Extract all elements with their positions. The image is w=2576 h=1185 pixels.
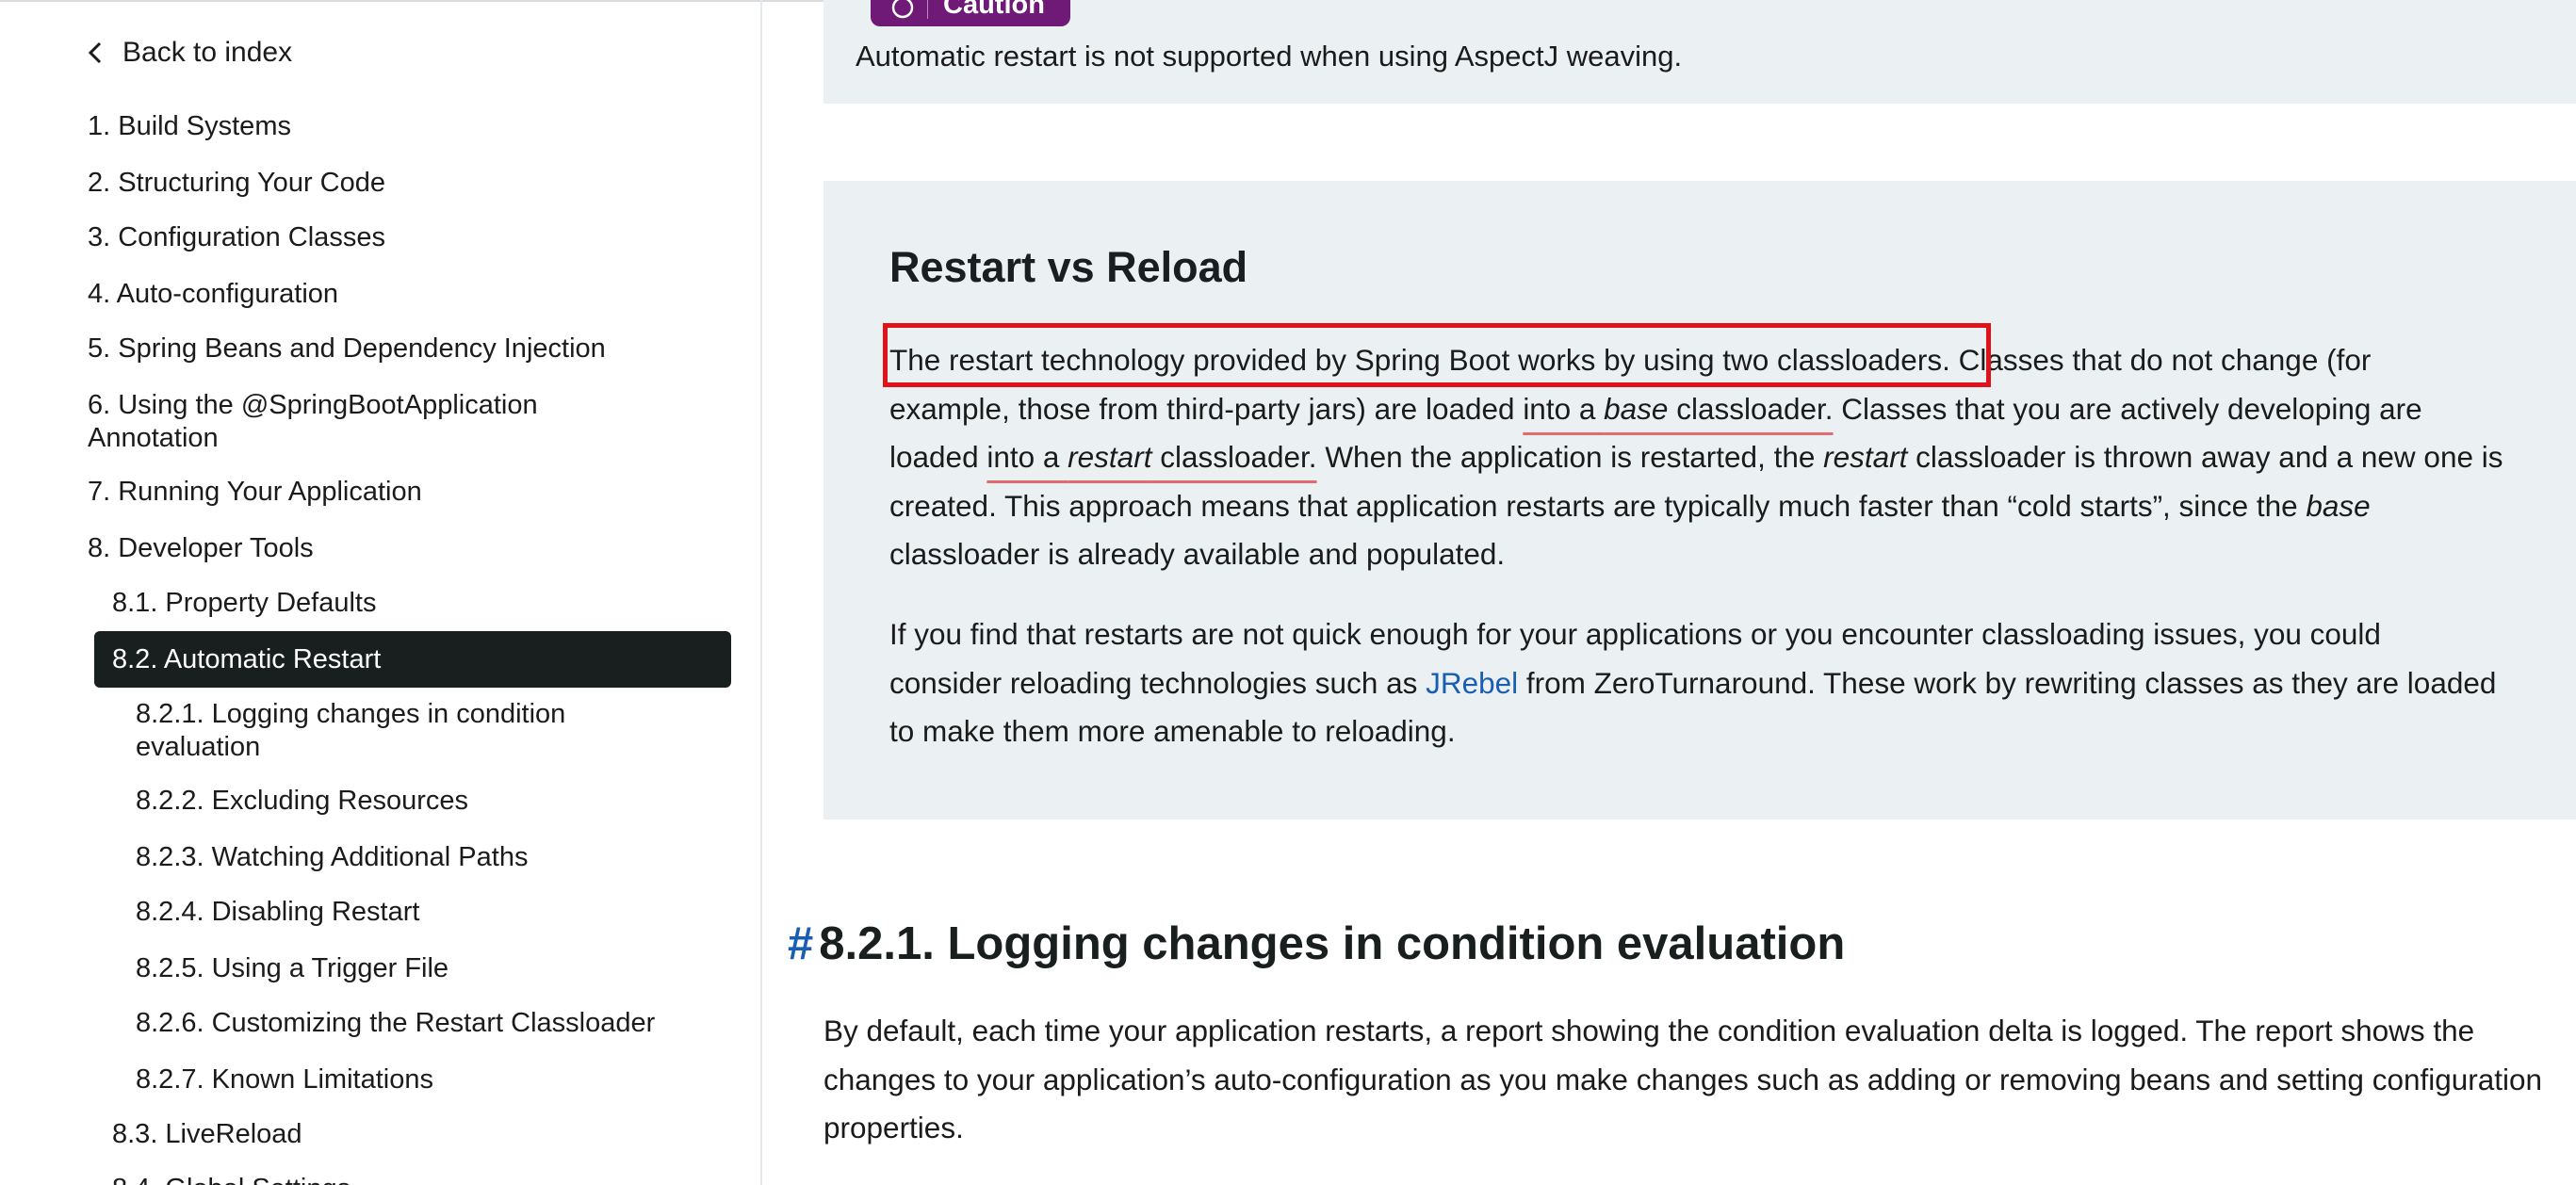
text-run: loaded [889, 440, 987, 474]
toc-item-disabling-restart[interactable]: 8.2.4. Disabling Restart [136, 896, 419, 929]
text-run: When the application is restarted, the [1316, 440, 1824, 474]
text-run: from ZeroTurnaround. These work by rewri… [1518, 665, 2497, 700]
text-run: changes to your application’s auto-confi… [823, 1062, 2543, 1096]
text-run: If you find that restarts are not quick … [889, 617, 2381, 651]
toc-item-trigger-file[interactable]: 8.2.5. Using a Trigger File [136, 952, 448, 985]
text-run: into a [986, 440, 1068, 474]
toc-item-label-cont: Annotation [88, 423, 219, 453]
main-content: Caution Automatic restart is not support… [762, 0, 2576, 1185]
caution-text: Automatic restart is not supported when … [856, 40, 1683, 73]
panel-paragraph-2: If you find that restarts are not quick … [889, 610, 2576, 756]
text-run: properties. [823, 1111, 964, 1144]
toc-item-label-cont: evaluation [136, 732, 261, 762]
emphasis: restart [1823, 440, 1908, 474]
underlined-base-classloader: into a base classloader. [1523, 392, 1833, 426]
highlighted-sentence: The restart technology provided by Sprin… [889, 343, 1950, 377]
toc-item-developer-tools[interactable]: 8. Developer Tools [88, 532, 314, 565]
text-run: to make them more amenable to reloading. [889, 714, 1456, 748]
back-label: Back to index [122, 37, 293, 68]
section-paragraph: By default, each time your application r… [823, 1007, 2576, 1153]
toc-item-structuring-code[interactable]: 2. Structuring Your Code [88, 167, 385, 200]
text-run: consider reloading technologies such as [889, 665, 1427, 700]
toc-item-build-systems[interactable]: 1. Build Systems [88, 110, 291, 143]
toc-item-running-application[interactable]: 7. Running Your Application [88, 476, 422, 509]
sidebar-toc: Back to index 1. Build Systems 2. Struct… [0, 0, 762, 1185]
text-run: By default, each time your application r… [823, 1014, 2475, 1047]
toc-item-logging-changes[interactable]: 8.2.1. Logging changes in condition eval… [136, 698, 565, 764]
text-run: created. This approach means that applic… [889, 488, 2307, 523]
toc-item-configuration-classes[interactable]: 3. Configuration Classes [88, 221, 385, 254]
panel-paragraph-1: The restart technology provided by Sprin… [889, 336, 2576, 579]
badge-divider [927, 0, 928, 19]
panel-title: Restart vs Reload [889, 243, 1248, 291]
text-run: example, those from third-party jars) ar… [889, 391, 1524, 426]
toc-item-property-defaults[interactable]: 8.1. Property Defaults [112, 587, 376, 620]
restart-vs-reload-sidebar: Restart vs Reload The restart technology… [823, 181, 2576, 820]
chevron-left-icon [88, 41, 102, 64]
caution-label: Caution [943, 0, 1045, 20]
back-to-index-link[interactable]: Back to index [87, 34, 292, 72]
caution-admonition: Caution Automatic restart is not support… [823, 0, 2576, 104]
toc-item-label: 6. Using the @SpringBootApplication [88, 390, 538, 420]
section-heading: #8.2.1. Logging changes in condition eva… [788, 916, 1845, 972]
toc-item-label: 8.2.1. Logging changes in condition [136, 699, 566, 729]
toc-item-excluding-resources[interactable]: 8.2.2. Excluding Resources [136, 785, 468, 818]
toc-item-springbootapplication[interactable]: 6. Using the @SpringBootApplication Anno… [88, 389, 538, 455]
caution-icon [891, 0, 914, 19]
emphasis: restart [1068, 440, 1152, 474]
text-run: classloader is thrown away and a new one… [1907, 440, 2503, 474]
emphasis: base [2306, 488, 2371, 523]
jrebel-link[interactable]: JRebel [1426, 666, 1518, 700]
toc-item-spring-beans[interactable]: 5. Spring Beans and Dependency Injection [88, 333, 606, 365]
toc-item-restart-classloader[interactable]: 8.2.6. Customizing the Restart Classload… [136, 1007, 655, 1040]
toc-item-livereload[interactable]: 8.3. LiveReload [112, 1118, 302, 1151]
toc-item-known-limitations[interactable]: 8.2.7. Known Limitations [136, 1063, 433, 1096]
text-run: into a [1523, 391, 1605, 426]
text-run: Classes that do not change (for [1949, 343, 2372, 377]
emphasis: base [1604, 391, 1669, 426]
underlined-restart-classloader: into a restart classloader. [986, 440, 1316, 474]
text-run: classloader is already available and pop… [889, 537, 1506, 571]
toc-item-auto-configuration[interactable]: 4. Auto-configuration [88, 278, 338, 311]
anchor-link[interactable]: # [788, 918, 813, 969]
caution-badge: Caution [871, 0, 1070, 26]
text-run: classloader. [1668, 391, 1834, 426]
toc-item-global-settings[interactable]: 8.4. Global Settings [112, 1173, 351, 1185]
text-run: classloader. [1151, 440, 1317, 474]
toc-item-automatic-restart-active[interactable]: 8.2. Automatic Restart [94, 631, 731, 688]
text-run: Classes that you are actively developing… [1833, 391, 2422, 426]
section-title-text: 8.2.1. Logging changes in condition eval… [819, 918, 1846, 969]
toc-item-watching-paths[interactable]: 8.2.3. Watching Additional Paths [136, 841, 528, 874]
